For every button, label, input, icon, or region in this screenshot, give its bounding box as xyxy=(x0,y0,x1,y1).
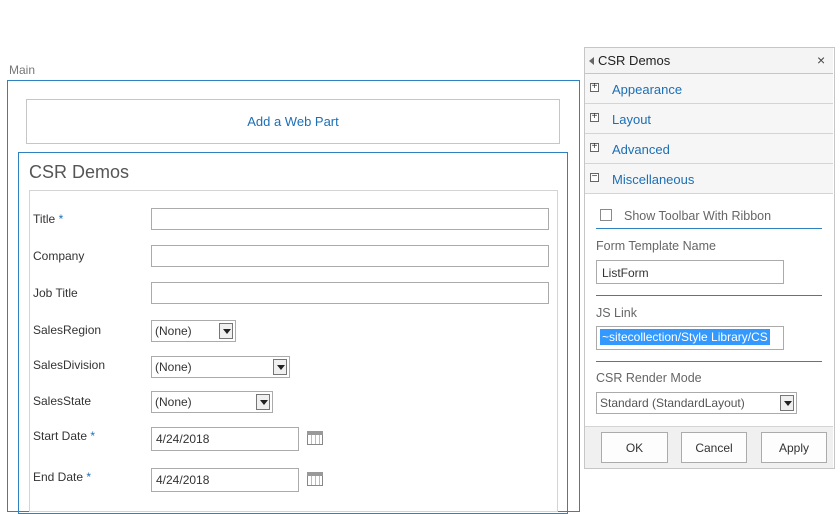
chevron-down-icon[interactable] xyxy=(273,359,287,375)
chevron-down-icon[interactable] xyxy=(256,394,270,410)
calendar-icon[interactable] xyxy=(307,431,323,445)
ok-button[interactable]: OK xyxy=(601,432,668,463)
form-frame xyxy=(29,190,558,512)
section-layout[interactable]: + Layout xyxy=(585,104,833,134)
field-label-title: Title * xyxy=(33,212,63,226)
collapse-arrow-icon[interactable] xyxy=(589,57,594,65)
expand-icon[interactable]: + xyxy=(590,82,599,92)
select-value: Standard (StandardLayout) xyxy=(600,396,745,410)
field-label-end-date: End Date * xyxy=(33,470,91,484)
field-label-text: Title xyxy=(33,212,56,226)
section-label[interactable]: Miscellaneous xyxy=(612,172,694,187)
select-value: (None) xyxy=(155,324,192,338)
chevron-down-icon[interactable] xyxy=(219,323,233,339)
show-toolbar-checkbox[interactable] xyxy=(600,209,612,221)
chevron-down-icon[interactable] xyxy=(780,395,794,411)
render-mode-select[interactable]: Standard (StandardLayout) xyxy=(596,392,797,414)
expand-icon[interactable]: + xyxy=(590,112,599,122)
divider xyxy=(596,228,822,229)
select-value: (None) xyxy=(155,360,192,374)
end-date-input[interactable]: 4/24/2018 xyxy=(151,468,299,492)
form-template-label: Form Template Name xyxy=(596,239,716,253)
section-miscellaneous[interactable]: − Miscellaneous xyxy=(585,164,833,194)
jslink-input[interactable]: ~sitecollection/Style Library/CS xyxy=(596,326,784,350)
section-advanced[interactable]: + Advanced xyxy=(585,134,833,164)
calendar-icon[interactable] xyxy=(307,472,323,486)
zone-label: Main xyxy=(9,63,36,77)
divider xyxy=(596,361,822,362)
expand-icon[interactable]: + xyxy=(590,142,599,152)
salesstate-select[interactable]: (None) xyxy=(151,391,273,413)
field-label-salesdivision: SalesDivision xyxy=(33,358,106,372)
add-webpart-link[interactable]: Add a Web Part xyxy=(26,99,560,144)
section-appearance[interactable]: + Appearance xyxy=(585,74,833,104)
start-date-input[interactable]: 4/24/2018 xyxy=(151,427,299,451)
form-template-input[interactable]: ListForm xyxy=(596,260,784,284)
select-value: (None) xyxy=(155,395,192,409)
company-input[interactable] xyxy=(151,245,549,267)
divider xyxy=(596,295,822,296)
required-marker: * xyxy=(86,470,92,484)
webpart-title: CSR Demos xyxy=(29,162,130,182)
field-label-salesregion: SalesRegion xyxy=(33,323,102,337)
field-label-text: Start Date xyxy=(33,429,88,443)
section-label[interactable]: Layout xyxy=(612,112,651,127)
salesdivision-select[interactable]: (None) xyxy=(151,356,290,378)
apply-button[interactable]: Apply xyxy=(761,432,827,463)
jslink-value: ~sitecollection/Style Library/CS xyxy=(600,329,770,345)
tool-pane-title: CSR Demos xyxy=(598,53,671,68)
cancel-button[interactable]: Cancel xyxy=(681,432,747,463)
required-marker: * xyxy=(58,212,64,226)
section-label[interactable]: Appearance xyxy=(612,82,682,97)
field-label-salesstate: SalesState xyxy=(33,394,92,408)
field-label-text: End Date xyxy=(33,470,84,484)
jslink-label: JS Link xyxy=(596,306,637,320)
render-mode-label: CSR Render Mode xyxy=(596,371,702,385)
field-label-job-title: Job Title xyxy=(33,286,78,300)
close-icon[interactable]: × xyxy=(817,52,825,68)
salesregion-select[interactable]: (None) xyxy=(151,320,236,342)
field-label-company: Company xyxy=(33,249,85,263)
title-input[interactable] xyxy=(151,208,549,230)
show-toolbar-label: Show Toolbar With Ribbon xyxy=(624,209,772,223)
required-marker: * xyxy=(90,429,96,443)
collapse-icon[interactable]: − xyxy=(590,172,599,182)
job-title-input[interactable] xyxy=(151,282,549,304)
field-label-start-date: Start Date * xyxy=(33,429,95,443)
section-label[interactable]: Advanced xyxy=(612,142,670,157)
